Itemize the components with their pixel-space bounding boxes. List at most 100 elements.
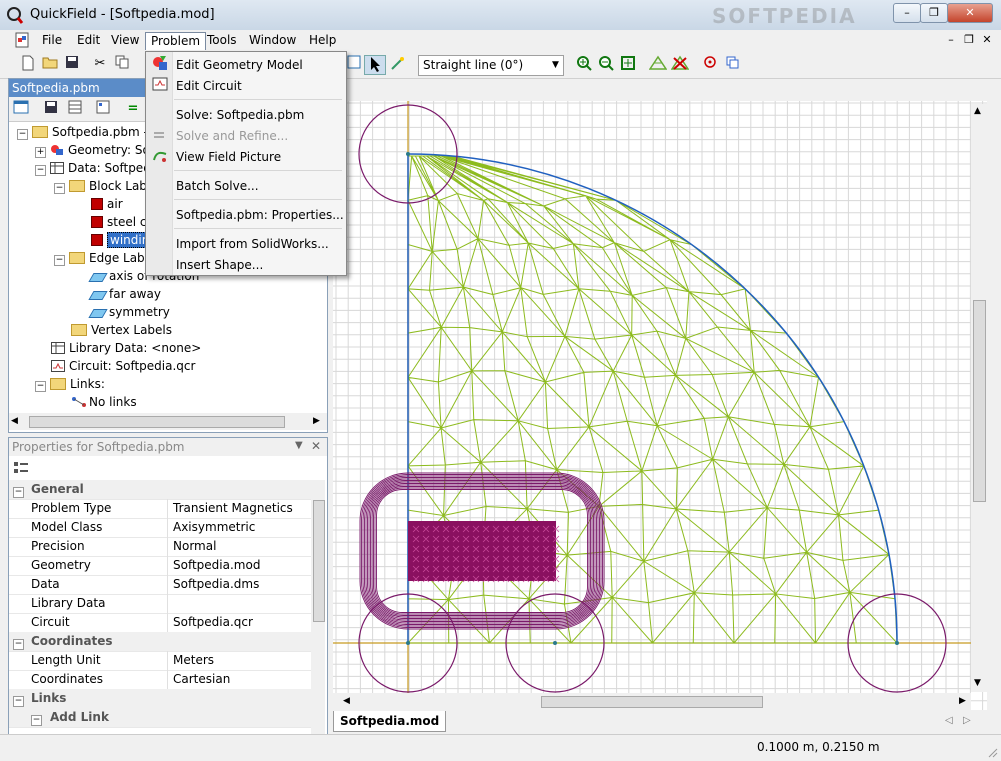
magic-wand-icon[interactable]: [388, 55, 408, 73]
property-row[interactable]: Coordinates Cartesian: [9, 670, 311, 690]
tree-node-vertex-labels[interactable]: Vertex Labels: [71, 321, 172, 339]
property-value[interactable]: Softpedia.qcr: [173, 615, 253, 629]
menu-item-solve-softpedia-pbm[interactable]: Solve: Softpedia.pbm: [176, 106, 304, 124]
tree-view-icon[interactable]: [11, 100, 31, 118]
tab-prev-icon[interactable]: ◁: [945, 715, 953, 726]
menu-edit[interactable]: Edit: [72, 32, 105, 49]
tree-node-no-links[interactable]: No links: [71, 393, 137, 411]
property-row[interactable]: Geometry Softpedia.mod: [9, 556, 311, 576]
new-file-icon[interactable]: [18, 55, 38, 73]
geometry-canvas[interactable]: [333, 101, 987, 710]
property-value[interactable]: Softpedia.dms: [173, 577, 259, 591]
minimize-button[interactable]: –: [893, 3, 921, 23]
property-row[interactable]: Model Class Axisymmetric: [9, 518, 311, 538]
collapse-icon[interactable]: −: [13, 692, 28, 707]
scroll-right-icon[interactable]: ▶: [313, 416, 320, 426]
menu-item-batch-solve[interactable]: Batch Solve...: [176, 177, 259, 195]
tree-node-geometry[interactable]: + Geometry: Sof: [35, 141, 154, 159]
property-category[interactable]: − Add Link: [9, 708, 311, 728]
tree-node-problem[interactable]: − Softpedia.pbm - n: [17, 123, 159, 141]
tree-list-icon[interactable]: [93, 100, 113, 118]
tree-scroll-thumb[interactable]: [29, 416, 285, 428]
view-hscroll-thumb[interactable]: [541, 696, 763, 708]
properties-icon[interactable]: [722, 55, 742, 73]
property-value[interactable]: Softpedia.mod: [173, 558, 260, 572]
cut-icon[interactable]: ✂: [90, 55, 110, 73]
menu-item-import-from-solidworks[interactable]: Import from SolidWorks...: [176, 235, 329, 253]
property-category[interactable]: − General: [9, 480, 311, 500]
property-category[interactable]: − Links: [9, 689, 311, 709]
property-row[interactable]: Length Unit Meters: [9, 651, 311, 671]
tree-node-edge-labels[interactable]: − Edge Labe: [54, 249, 152, 267]
close-button[interactable]: ✕: [947, 3, 993, 23]
mdi-minimize-button[interactable]: –: [944, 33, 958, 47]
tree-node-circuit[interactable]: Circuit: Softpedia.qcr: [51, 357, 195, 375]
menu-view[interactable]: View: [106, 32, 144, 49]
scroll-right-icon[interactable]: ▶: [959, 696, 966, 706]
menu-file[interactable]: File: [37, 32, 67, 49]
scroll-left-icon[interactable]: ◀: [343, 696, 350, 706]
tree-node-library[interactable]: Library Data: <none>: [51, 339, 201, 357]
menu-help[interactable]: Help: [304, 32, 341, 49]
menu-item-edit-circuit[interactable]: Edit Circuit: [176, 77, 242, 95]
panel-close-icon[interactable]: ✕: [311, 439, 321, 453]
view-horizontal-scrollbar[interactable]: ◀ ▶: [333, 693, 971, 710]
panel-menu-icon[interactable]: ▼: [295, 440, 303, 451]
select-arrow-icon[interactable]: [364, 55, 386, 75]
copy-icon[interactable]: [112, 55, 132, 73]
scroll-up-icon[interactable]: ▲: [974, 106, 981, 116]
geometry-view[interactable]: [333, 101, 987, 710]
tree-node-symmetry[interactable]: symmetry: [88, 303, 170, 321]
tree-node-data[interactable]: − Data: Softpedi: [35, 159, 154, 177]
categorized-icon[interactable]: [13, 460, 29, 479]
resize-grip-icon[interactable]: [988, 747, 998, 761]
zoom-out-icon[interactable]: [596, 55, 616, 73]
property-value[interactable]: Cartesian: [173, 672, 230, 686]
remove-mesh-icon[interactable]: [670, 55, 690, 73]
menu-item-solve-and-refine[interactable]: Solve and Refine...: [176, 127, 288, 145]
tree-node-winding[interactable]: windin: [91, 231, 153, 249]
property-value[interactable]: Transient Magnetics: [173, 501, 293, 515]
property-row[interactable]: Library Data: [9, 594, 311, 614]
vertex-icon[interactable]: [700, 55, 720, 73]
save-icon[interactable]: [62, 55, 82, 73]
tree-node-far-away[interactable]: far away: [88, 285, 161, 303]
property-row[interactable]: Problem Type Transient Magnetics: [9, 499, 311, 519]
tree-horizontal-scrollbar[interactable]: ◀ ▶: [9, 413, 327, 430]
property-row[interactable]: Circuit Softpedia.qcr: [9, 613, 311, 633]
menu-problem[interactable]: Problem: [145, 32, 207, 50]
menu-item-edit-geometry-model[interactable]: Edit Geometry Model: [176, 56, 303, 74]
document-icon[interactable]: [14, 32, 32, 48]
zoom-fit-icon[interactable]: [618, 55, 638, 73]
property-row[interactable]: Precision Normal: [9, 537, 311, 557]
collapse-icon[interactable]: −: [13, 483, 28, 498]
menu-window[interactable]: Window: [244, 32, 301, 49]
zoom-in-icon[interactable]: [574, 55, 594, 73]
view-vertical-scrollbar[interactable]: ▲ ▼: [971, 104, 987, 692]
tree-save-icon[interactable]: [41, 100, 61, 118]
property-value[interactable]: Meters: [173, 653, 214, 667]
menu-item-softpedia-pbm-properties[interactable]: Softpedia.pbm: Properties...: [176, 206, 344, 224]
tab-softpedia-mod[interactable]: Softpedia.mod: [333, 711, 447, 732]
build-mesh-icon[interactable]: [648, 55, 668, 73]
properties-scroll-thumb[interactable]: [313, 500, 325, 622]
menu-item-insert-shape[interactable]: Insert Shape...: [176, 256, 263, 274]
properties-scrollbar[interactable]: [311, 480, 325, 735]
tree-grid-icon[interactable]: [65, 100, 85, 118]
mdi-close-button[interactable]: ✕: [980, 33, 994, 47]
property-category[interactable]: − Coordinates: [9, 632, 311, 652]
property-value[interactable]: Axisymmetric: [173, 520, 255, 534]
view-vscroll-thumb[interactable]: [973, 300, 986, 502]
equals-icon[interactable]: =: [123, 100, 143, 118]
property-value[interactable]: Normal: [173, 539, 216, 553]
chevron-down-icon[interactable]: ▼: [548, 56, 563, 75]
tree-node-links[interactable]: − Links:: [35, 375, 105, 393]
line-mode-select[interactable]: Straight line (0°) ▼: [418, 55, 564, 76]
scroll-left-icon[interactable]: ◀: [11, 416, 18, 426]
menu-tools[interactable]: Tools: [202, 32, 242, 49]
maximize-button[interactable]: ❐: [920, 3, 948, 23]
tab-next-icon[interactable]: ▷: [963, 715, 971, 726]
menu-item-view-field-picture[interactable]: View Field Picture: [176, 148, 281, 166]
property-row[interactable]: Data Softpedia.dms: [9, 575, 311, 595]
collapse-icon[interactable]: −: [13, 635, 28, 650]
